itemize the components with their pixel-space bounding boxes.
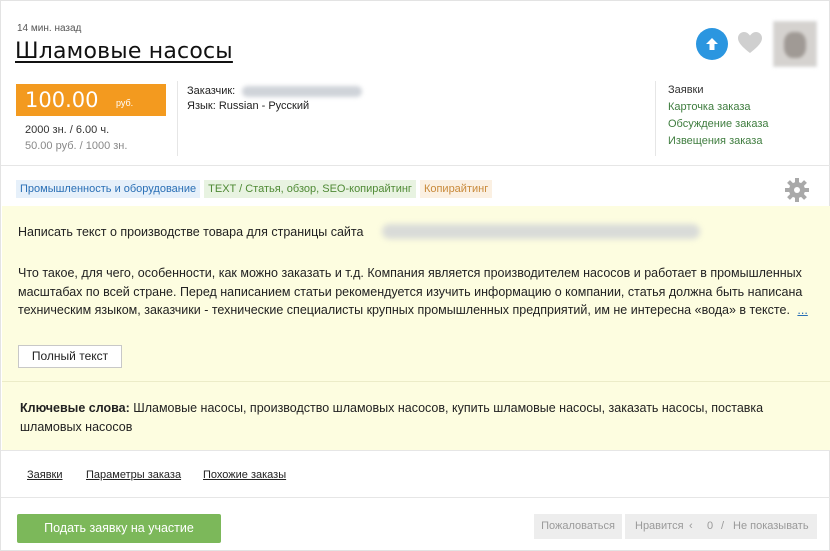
favorite-button[interactable] bbox=[737, 31, 763, 55]
caret-left-icon: ‹ bbox=[689, 520, 693, 532]
apply-button[interactable]: Подать заявку на участие bbox=[17, 514, 221, 543]
description-first-line: Написать текст о производстве товара для… bbox=[18, 225, 364, 239]
link-bids[interactable]: Заявки bbox=[668, 84, 704, 96]
time-ago: 14 мин. назад bbox=[17, 23, 82, 34]
link-order-discussion[interactable]: Обсуждение заказа bbox=[668, 118, 769, 130]
price-value: 100.00 bbox=[25, 88, 99, 112]
like-count: 0 bbox=[707, 520, 714, 532]
site-url-redacted[interactable] bbox=[382, 224, 700, 239]
order-rate: 50.00 руб. / 1000 зн. bbox=[25, 140, 128, 152]
report-button[interactable]: Пожаловаться bbox=[534, 514, 622, 539]
heart-icon bbox=[738, 32, 762, 53]
arrow-up-icon bbox=[706, 38, 718, 50]
description-text: Что такое, для чего, особенности, как мо… bbox=[18, 264, 808, 320]
full-text-button[interactable]: Полный текст bbox=[18, 345, 122, 368]
keywords: Ключевые слова: Шламовые насосы, произво… bbox=[20, 399, 810, 436]
customer-avatar[interactable] bbox=[773, 21, 817, 67]
hide-button[interactable]: Не показывать bbox=[733, 514, 809, 539]
order-volume: 2000 зн. / 6.00 ч. bbox=[25, 124, 110, 136]
raise-order-button[interactable] bbox=[696, 28, 728, 60]
description-paragraph: Что такое, для чего, особенности, как мо… bbox=[18, 266, 803, 317]
customer-name-redacted[interactable] bbox=[242, 85, 363, 97]
divider bbox=[177, 81, 178, 156]
order-card: 14 мин. назад Шламовые насосы 100.00 руб… bbox=[0, 0, 830, 551]
gear-icon[interactable] bbox=[784, 177, 810, 203]
order-language: Язык: Russian - Русский bbox=[187, 100, 310, 112]
link-order-notifications[interactable]: Извещения заказа bbox=[668, 135, 762, 147]
category-tags: Промышленность и оборудование TEXT / Ста… bbox=[16, 180, 493, 198]
bottom-link-order-params[interactable]: Параметры заказа bbox=[86, 469, 181, 481]
divider bbox=[2, 381, 830, 382]
more-link[interactable]: ... bbox=[797, 303, 807, 317]
divider bbox=[655, 81, 656, 156]
bottom-link-similar-orders[interactable]: Похожие заказы bbox=[203, 469, 286, 481]
divider bbox=[1, 450, 830, 451]
keywords-value: Шламовые насосы, производство шламовых н… bbox=[20, 401, 764, 434]
order-title[interactable]: Шламовые насосы bbox=[15, 39, 233, 64]
price-badge: 100.00 руб. bbox=[16, 84, 166, 116]
tag-copywriting[interactable]: Копирайтинг bbox=[419, 180, 493, 198]
like-button[interactable]: Нравится bbox=[635, 514, 684, 539]
customer-label: Заказчик: bbox=[187, 85, 236, 97]
customer-row: Заказчик: bbox=[187, 85, 363, 97]
divider bbox=[1, 165, 830, 166]
tag-industry[interactable]: Промышленность и оборудование bbox=[16, 180, 201, 198]
link-order-card[interactable]: Карточка заказа bbox=[668, 101, 751, 113]
order-description: Написать текст о производстве товара для… bbox=[2, 206, 830, 450]
tag-text-seo[interactable]: TEXT / Статья, обзор, SEO-копирайтинг bbox=[204, 180, 416, 198]
rating-bar: Нравится ‹ 0 / Не показывать bbox=[625, 514, 817, 539]
keywords-label: Ключевые слова: bbox=[20, 401, 130, 415]
separator: / bbox=[721, 520, 725, 532]
bottom-link-bids[interactable]: Заявки bbox=[27, 469, 63, 481]
price-currency: руб. bbox=[116, 98, 134, 108]
divider bbox=[1, 497, 830, 498]
